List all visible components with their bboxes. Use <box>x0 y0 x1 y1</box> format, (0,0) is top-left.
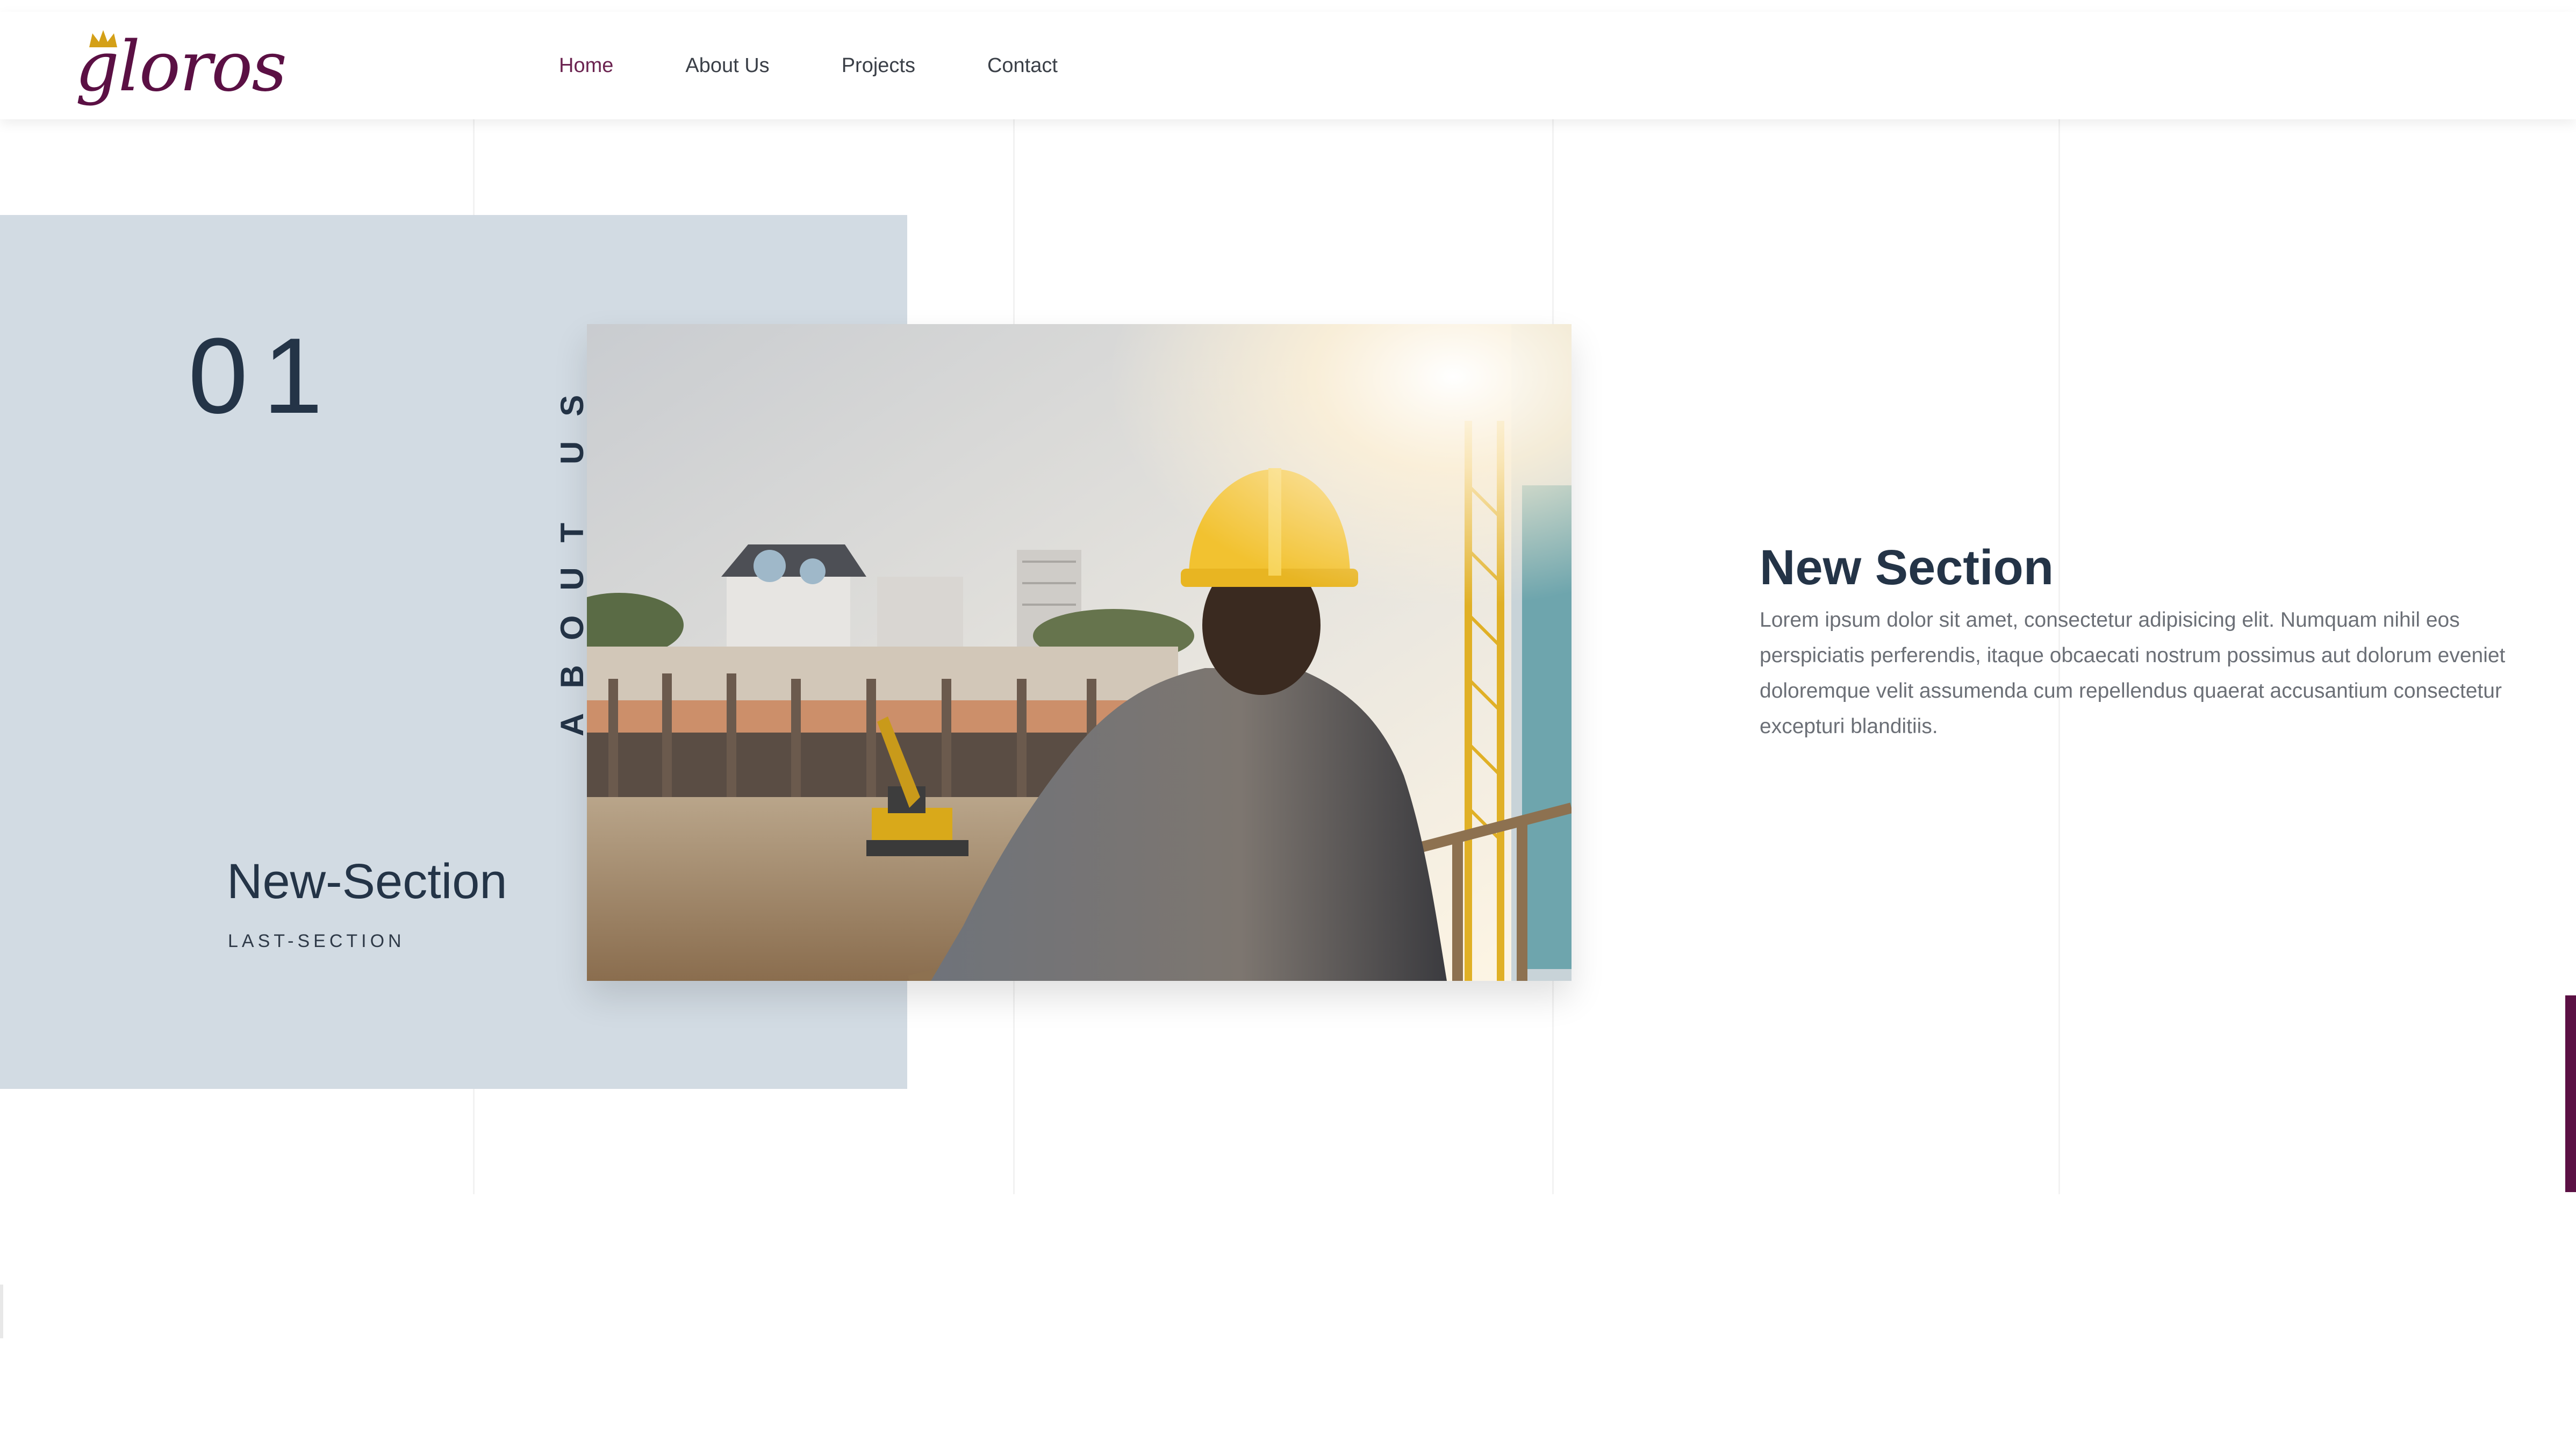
vertical-section-label: ABOUT US <box>554 370 590 736</box>
left-edge-tick <box>0 1285 3 1338</box>
photo-illustration <box>587 324 1572 981</box>
section-number: 01 <box>188 316 338 436</box>
nav-projects[interactable]: Projects <box>842 54 915 77</box>
construction-photo <box>587 324 1572 981</box>
panel-title: New-Section <box>227 854 507 909</box>
nav-about-us[interactable]: About Us <box>685 54 769 77</box>
page: gloros Home About Us Projects Contact 01… <box>0 0 2576 1456</box>
logo-link[interactable]: gloros <box>75 17 287 117</box>
crown-icon <box>89 30 117 47</box>
panel-subtitle: LAST-SECTION <box>228 931 405 951</box>
section-body: Lorem ipsum dolor sit amet, consectetur … <box>1760 608 2506 738</box>
scroll-accent-bar[interactable] <box>2565 995 2576 1192</box>
nav-home[interactable]: Home <box>559 54 613 77</box>
section-title: New Section <box>1760 540 2054 596</box>
nav-contact[interactable]: Contact <box>987 54 1058 77</box>
main-nav: Home About Us Projects Contact <box>559 12 1130 119</box>
site-header: gloros Home About Us Projects Contact <box>0 12 2576 119</box>
